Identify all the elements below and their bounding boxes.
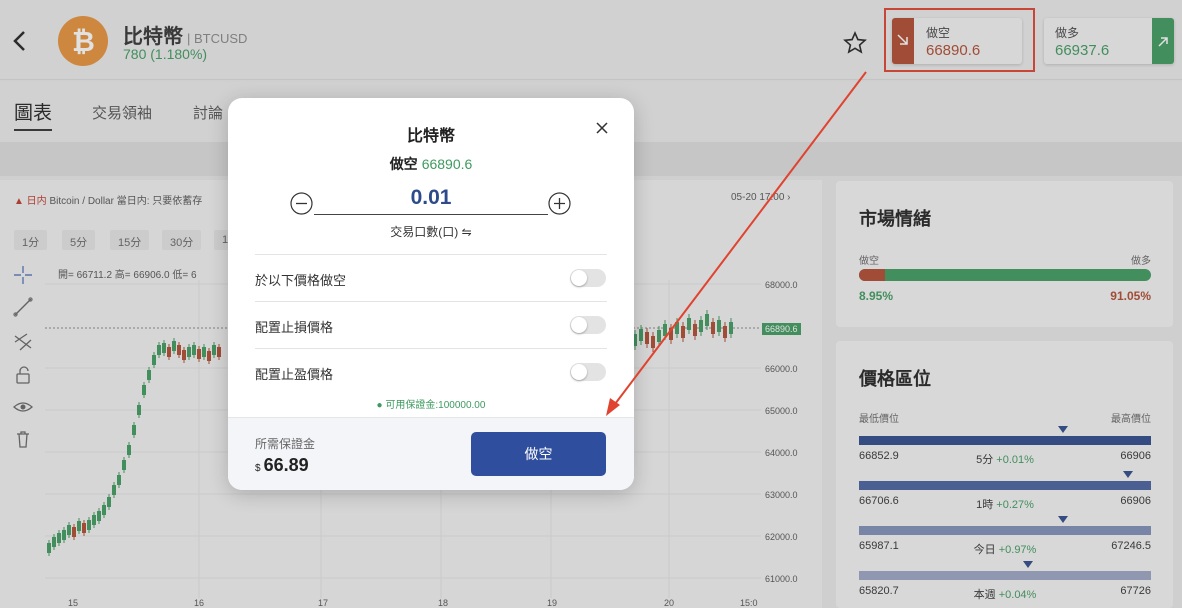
currency-symbol: $ (255, 463, 261, 474)
decrease-quantity-icon[interactable] (290, 192, 313, 215)
submit-short-button[interactable]: 做空 (471, 432, 606, 476)
modal-title: 比特幣 (406, 128, 455, 145)
required-margin-amount: 66.89 (263, 455, 309, 475)
required-margin-value: $66.89 (255, 455, 309, 476)
quantity-unit-label[interactable]: 交易口數(口) ⇋ (228, 223, 634, 240)
modal-action-price: 66890.6 (421, 156, 473, 172)
close-icon[interactable] (594, 120, 610, 136)
divider (255, 254, 607, 255)
modal-subtitle: 做空 66890.6 (228, 154, 634, 174)
available-margin: ● 可用保證金:100000.00 (228, 396, 634, 411)
divider (255, 348, 607, 349)
stop-loss-label: 配置止損價格 (255, 320, 334, 335)
divider (255, 301, 607, 302)
check-circle-icon: ● (376, 400, 383, 411)
required-margin-label: 所需保證金 (255, 437, 316, 451)
take-profit-label: 配置止盈價格 (255, 367, 334, 382)
limit-price-toggle[interactable] (570, 269, 606, 287)
take-profit-toggle[interactable] (570, 363, 606, 381)
quantity-underline (314, 214, 548, 215)
increase-quantity-icon[interactable] (548, 192, 571, 215)
order-modal: 比特幣 做空 66890.6 0.01 交易口數(口) ⇋ 於以下價格做空 配置止… (228, 98, 634, 490)
available-margin-text: 可用保證金:100000.00 (385, 400, 486, 411)
modal-action-label: 做空 (389, 156, 418, 172)
modal-footer: 所需保證金 $66.89 做空 (228, 417, 634, 490)
stop-loss-toggle[interactable] (570, 316, 606, 334)
limit-price-label: 於以下價格做空 (255, 273, 347, 288)
quantity-input[interactable]: 0.01 (314, 186, 548, 210)
